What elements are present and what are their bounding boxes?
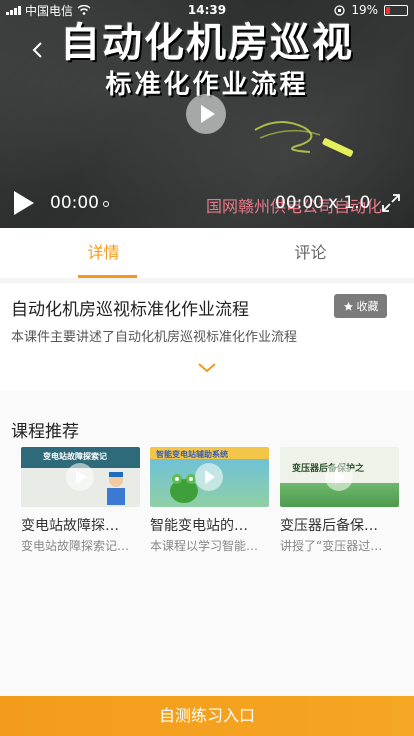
course-desc: 讲授了“变压器过… (280, 539, 383, 553)
tab-detail[interactable]: 详情 (0, 228, 207, 278)
course-description: 本课件主要讲述了自动化机房巡视标准化作业流程 (11, 330, 298, 345)
course-name: 智能变电站的… (150, 518, 248, 534)
course-name: 变电站故障探… (21, 518, 119, 534)
course-thumbnail[interactable]: 变压器后备保护之 (280, 447, 399, 507)
play-icon (195, 463, 223, 491)
recommend-card[interactable]: 变电站故障探索记 变电站故障探… 变电站故障探索记… (21, 447, 140, 554)
center-play-button[interactable] (186, 94, 226, 134)
favorite-button[interactable]: 收藏 (334, 294, 387, 318)
self-test-button[interactable]: 自测练习入口 (0, 696, 414, 736)
tab-bar: 详情 评论 (0, 228, 414, 278)
status-bar: 中国电信 14:39 19% (0, 0, 414, 20)
orientation-lock-icon (334, 4, 345, 16)
battery-percent: 19% (351, 3, 378, 17)
back-icon[interactable] (26, 38, 50, 62)
course-desc: 变电站故障探索记… (21, 539, 130, 553)
engineer-illustration (107, 472, 125, 505)
chevron-down-icon[interactable] (198, 363, 216, 373)
seek-handle[interactable] (103, 201, 109, 207)
recommend-heading: 课程推荐 (11, 422, 79, 442)
course-desc: 本课程以学习智能… (150, 539, 259, 553)
play-icon (66, 463, 94, 491)
tab-comments[interactable]: 评论 (207, 228, 414, 278)
play-button[interactable] (12, 191, 36, 215)
favorite-label: 收藏 (356, 300, 379, 313)
battery-icon (384, 4, 408, 16)
recommend-card[interactable]: 变压器后备保护之 变压器后备保… 讲授了“变压器过… (280, 447, 399, 554)
carrier-label: 中国电信 (25, 3, 74, 18)
current-time: 00:00 (50, 193, 99, 213)
status-time: 14:39 (187, 3, 227, 17)
speed-button[interactable]: x 1.0 (328, 193, 371, 213)
signal-icon (6, 5, 21, 15)
recommend-card[interactable]: 智能变电站辅助系统 智能变电站的… 本课程以学习智能… (150, 447, 269, 554)
star-icon (343, 301, 353, 311)
fullscreen-icon[interactable] (381, 193, 401, 213)
play-icon (325, 463, 353, 491)
chalk-doodle (254, 121, 354, 157)
course-detail: 自动化机房巡视标准化作业流程 收藏 本课件主要讲述了自动化机房巡视标准化作业流程 (0, 283, 414, 391)
duration-time: 00:00 (275, 193, 324, 213)
course-thumbnail[interactable]: 变电站故障探索记 (21, 447, 140, 507)
wifi-icon (77, 5, 91, 15)
video-player[interactable]: 中国电信 14:39 19% 自动化机房巡视 标准化作业流程 00:00 国网赣… (0, 0, 414, 228)
course-title: 自动化机房巡视标准化作业流程 (11, 300, 249, 320)
recommend-section: 课程推荐 变电站故障探索记 变电站故障探… 变电站故障探索记… 智能变电站辅助系… (0, 391, 414, 696)
course-thumbnail[interactable]: 智能变电站辅助系统 (150, 447, 269, 507)
thumbnail-text: 智能变电站辅助系统 (156, 450, 228, 459)
course-name: 变压器后备保… (280, 518, 378, 534)
thumbnail-text: 变电站故障探索记 (43, 452, 107, 461)
